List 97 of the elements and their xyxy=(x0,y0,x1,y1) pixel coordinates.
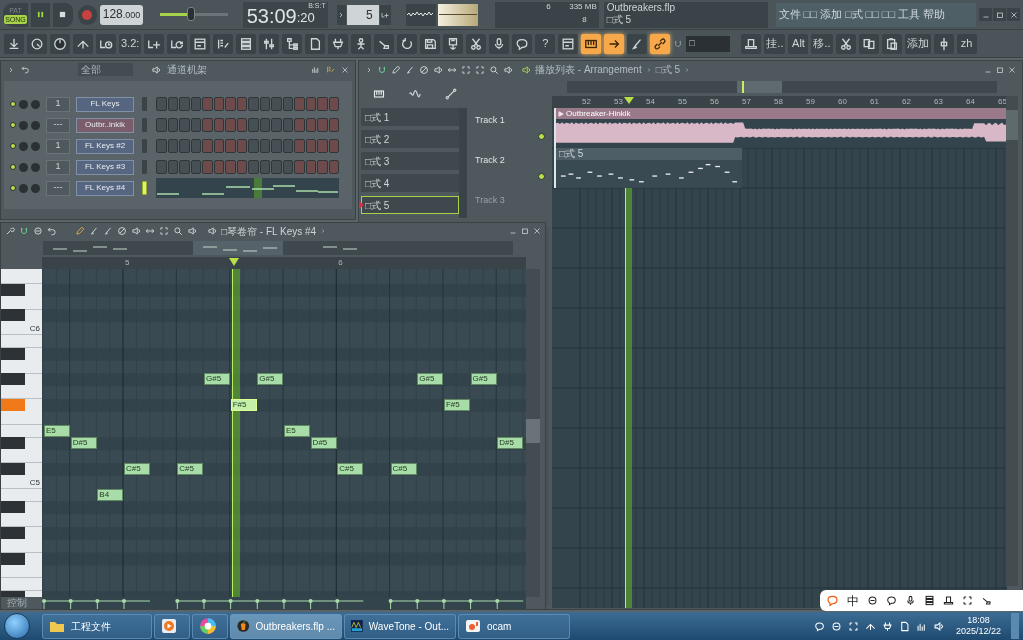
toolbar-button[interactable]: zh xyxy=(956,33,977,54)
toolbar-button[interactable]: 3.2: xyxy=(119,33,142,54)
pattern-clip[interactable]: □式 5 xyxy=(554,148,742,188)
bar-number: 64 xyxy=(966,96,975,108)
polyphony-value: 8 xyxy=(581,14,588,26)
note[interactable]: C#5 xyxy=(337,463,364,475)
window-title: 通道机架 xyxy=(167,63,207,77)
snap-dropdown[interactable]: □ xyxy=(686,35,731,52)
window-title: □琴卷帘 - FL Keys #4 xyxy=(221,224,317,239)
track-name[interactable]: Track 2 xyxy=(471,155,505,165)
audio-clip[interactable]: Outbreaker-Hinkik xyxy=(554,108,1006,148)
pattern-label: □式 5 xyxy=(365,198,390,213)
bar-number: 53 xyxy=(614,96,623,108)
channel-name-button[interactable]: FL Keys #4 xyxy=(76,180,134,196)
bar-number: 58 xyxy=(774,96,783,108)
tempo-field[interactable]: 128.000 xyxy=(99,4,144,25)
bar-number: 54 xyxy=(646,96,655,108)
current-pattern: □式 5 xyxy=(655,63,681,77)
menu-item[interactable]: □□ xyxy=(803,6,817,23)
bar-number: 62 xyxy=(902,96,911,108)
clock-date[interactable]: 2025/12/22 xyxy=(955,626,1001,637)
tempo-value: 128 xyxy=(102,5,123,23)
key-label: C6 xyxy=(29,323,40,335)
channel-name-button[interactable]: Outbr..inkik xyxy=(76,117,134,133)
memory-value: 335 MB xyxy=(568,1,597,13)
pattern-label: □式 4 xyxy=(365,176,390,191)
pattern-label: □式 2 xyxy=(365,132,390,147)
pattern-item[interactable]: □式 4 xyxy=(361,174,459,192)
clip-title: □式 5 xyxy=(556,148,742,160)
time-ticks: :20 xyxy=(296,8,315,27)
note[interactable]: D#5 xyxy=(70,437,97,450)
time-main: 53:09 xyxy=(246,4,297,27)
menu-item[interactable]: 文件 xyxy=(778,6,801,23)
bar-number: 6 xyxy=(338,257,343,269)
bar-number: 60 xyxy=(838,96,847,108)
taskbar-button[interactable]: WaveTone - Out... xyxy=(344,613,456,639)
clip-title: Outbreaker-Hinkik xyxy=(566,108,631,119)
note[interactable]: D#5 xyxy=(497,437,524,450)
pattern-item[interactable]: □式 1 xyxy=(361,108,459,126)
piano-keyboard[interactable]: C6 C5 xyxy=(1,269,42,597)
bar-ruler[interactable]: 5 6 xyxy=(42,257,526,269)
channel-name-button[interactable]: FL Keys xyxy=(76,96,134,112)
channel-name-button[interactable]: FL Keys #3 xyxy=(76,159,134,175)
note[interactable]: G#5 xyxy=(417,373,444,386)
note[interactable]: C#5 xyxy=(177,463,204,475)
channel-name-button[interactable]: FL Keys #2 xyxy=(76,138,134,154)
bar-number: 63 xyxy=(934,96,943,108)
bar-number: 55 xyxy=(678,96,687,108)
tempo-fraction: .000 xyxy=(122,8,141,22)
note[interactable]: G#5 xyxy=(203,373,230,386)
mixer-track-field[interactable]: 1 xyxy=(46,96,70,112)
mixer-track-field[interactable]: --- xyxy=(46,117,70,133)
bar-number: 56 xyxy=(710,96,719,108)
menu-item[interactable]: 工具 xyxy=(898,6,921,23)
bar-number: 52 xyxy=(582,96,591,108)
pattern-name: □式 5 xyxy=(606,13,633,26)
file-name: Outbreakers.flp xyxy=(606,1,677,14)
mixer-track-field[interactable]: --- xyxy=(46,180,70,196)
pattern-item[interactable]: □式 3 xyxy=(361,152,459,170)
menu-item[interactable]: 添加 xyxy=(819,6,842,23)
toolbar-button[interactable]: 挂.. xyxy=(764,33,786,54)
filter-dropdown[interactable]: 全部 xyxy=(78,63,133,76)
toolbar-button[interactable]: Alt xyxy=(788,33,809,54)
note[interactable]: F#5 xyxy=(443,399,470,411)
toolbar-button[interactable]: 移.. xyxy=(811,33,833,54)
cpu-value: 6 xyxy=(545,1,552,13)
taskbar-button[interactable]: Outbreakers.flp ... xyxy=(230,613,342,639)
key-label: C5 xyxy=(29,476,40,488)
toolbar-button[interactable]: 添加 xyxy=(904,33,931,54)
pattern-item[interactable]: □式 2 xyxy=(361,130,459,148)
pattern-field[interactable]: 5 xyxy=(346,4,379,25)
menu-item[interactable]: 帮助 xyxy=(923,6,946,23)
pattern-item[interactable]: □式 5 xyxy=(361,196,459,214)
bar-number: 57 xyxy=(742,96,751,108)
toolbar-button[interactable]: ? xyxy=(535,33,556,54)
menu-item[interactable]: □□ xyxy=(881,6,896,23)
pattern-label: □式 3 xyxy=(365,154,390,169)
note[interactable]: C#5 xyxy=(124,463,150,475)
menu-item[interactable]: □式 xyxy=(844,6,863,23)
taskbar-button[interactable]: 工程文件 xyxy=(42,613,152,639)
note[interactable]: F#5 xyxy=(230,399,257,411)
note[interactable]: G#5 xyxy=(257,373,284,386)
mixer-track-field[interactable]: 1 xyxy=(46,159,70,175)
pattern-label: □式 1 xyxy=(365,110,390,125)
menu-item[interactable]: □□ xyxy=(865,6,879,23)
note[interactable]: G#5 xyxy=(470,373,497,386)
note[interactable]: D#5 xyxy=(310,437,337,450)
bar-number: 5 xyxy=(125,257,130,269)
bar-number: 59 xyxy=(806,96,815,108)
window-title: 播放列表 - Arrangement xyxy=(535,63,642,77)
taskbar-button[interactable]: ocam xyxy=(458,613,570,639)
track-name[interactable]: Track 1 xyxy=(471,115,505,125)
bar-number: 61 xyxy=(870,96,879,108)
clock-time[interactable]: 18:08 xyxy=(967,615,990,626)
note[interactable]: C#5 xyxy=(390,463,417,475)
mixer-track-field[interactable]: 1 xyxy=(46,138,70,154)
input-mode-toggle[interactable]: 中 xyxy=(847,591,859,610)
